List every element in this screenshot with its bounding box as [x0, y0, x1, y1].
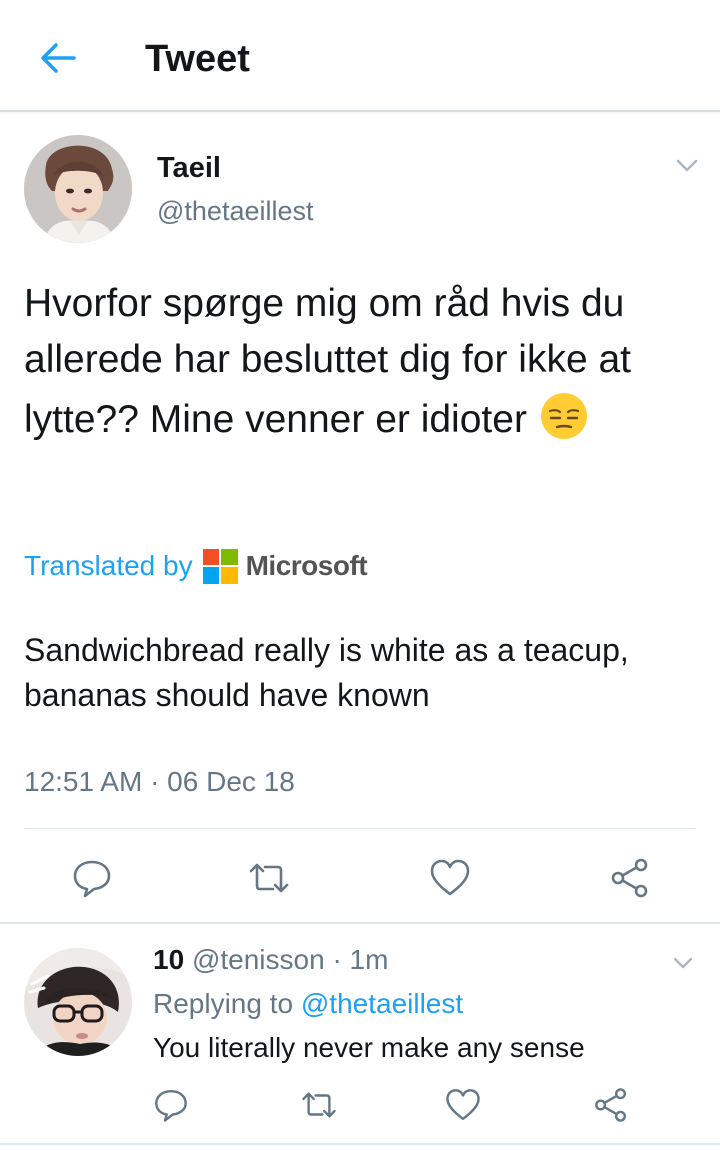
- reply-button[interactable]: [152, 1086, 190, 1124]
- retweet-button[interactable]: [300, 1086, 338, 1124]
- top-bar: Tweet: [0, 0, 720, 112]
- retweet-icon: [249, 863, 289, 893]
- arrow-left-icon: [41, 43, 76, 73]
- translator-name: Microsoft: [245, 550, 368, 581]
- replying-to-mention[interactable]: @thetaeillest: [301, 988, 463, 1019]
- page-title: Tweet: [145, 38, 250, 80]
- retweet-icon: [302, 1092, 336, 1118]
- reply-button[interactable]: [70, 856, 114, 900]
- reply-icon: [73, 860, 111, 898]
- reply-author-handle[interactable]: @tenisson: [192, 944, 325, 975]
- reply-icon: [155, 1089, 187, 1122]
- reply-author-name[interactable]: 10: [153, 944, 184, 975]
- share-button[interactable]: [592, 1086, 630, 1124]
- replying-to: Replying to @thetaeillest: [153, 988, 463, 1020]
- pensive-face-emoji-icon: [538, 388, 590, 440]
- reply-header: 10 @tenisson · 1m: [153, 944, 388, 976]
- divider: [24, 828, 696, 829]
- like-icon: [446, 1089, 480, 1121]
- share-button[interactable]: [608, 856, 652, 900]
- tweet-timestamp: 12:51 AM · 06 Dec 18: [24, 766, 295, 797]
- retweet-button[interactable]: [247, 856, 291, 900]
- chevron-down-icon[interactable]: [670, 950, 696, 976]
- chevron-down-icon[interactable]: [672, 150, 702, 180]
- replying-to-label: Replying to: [153, 988, 294, 1019]
- back-button[interactable]: [34, 34, 82, 82]
- share-icon: [595, 1088, 627, 1122]
- translation-text: Sandwichbread really is white as a teacu…: [24, 632, 629, 713]
- tweet-actions: [0, 848, 720, 908]
- divider: [0, 922, 720, 924]
- like-button[interactable]: [444, 1086, 482, 1124]
- tweet-text: Hvorfor spørge mig om råd hvis du allere…: [24, 276, 684, 448]
- divider: [0, 1143, 720, 1145]
- like-icon: [430, 859, 470, 896]
- translated-by[interactable]: Translated by Microsoft: [24, 546, 368, 586]
- author-handle[interactable]: @thetaeillest: [157, 196, 314, 227]
- reply-actions: [0, 1086, 720, 1126]
- like-button[interactable]: [428, 856, 472, 900]
- avatar[interactable]: [24, 135, 132, 243]
- reply-avatar[interactable]: [24, 948, 132, 1056]
- microsoft-logo-icon: [202, 548, 238, 584]
- author-name[interactable]: Taeil: [157, 152, 221, 185]
- reply-time: · 1m: [332, 944, 389, 975]
- reply-text: You literally never make any sense: [153, 1032, 585, 1063]
- translated-by-label: Translated by: [24, 550, 193, 581]
- share-icon: [611, 858, 648, 898]
